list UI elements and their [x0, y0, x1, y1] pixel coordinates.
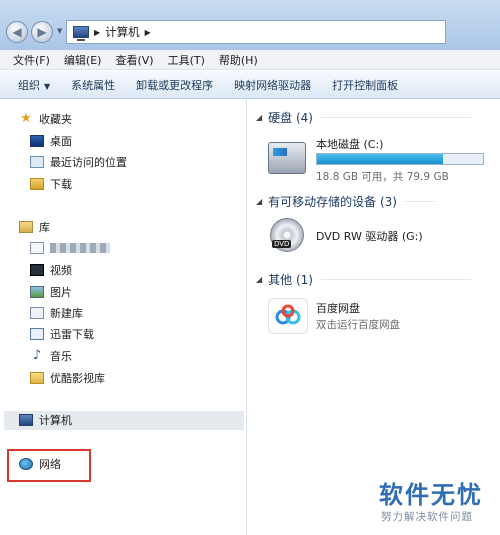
section-title: 硬盘 (4)	[268, 110, 313, 125]
nav-item-label: 最近访问的位置	[50, 156, 127, 169]
menu-help[interactable]: 帮助(H)	[212, 52, 265, 68]
thunder-download-icon	[30, 328, 44, 340]
menu-file[interactable]: 文件(F)	[6, 52, 57, 68]
map-network-drive-button[interactable]: 映射网络驱动器	[226, 77, 324, 93]
section-other[interactable]: ◢ 其他 (1)	[248, 270, 471, 288]
nav-favorites-label: 收藏夹	[39, 113, 72, 126]
baidu-netdisk-icon	[268, 298, 308, 334]
nav-item-youku-library[interactable]: 优酷影视库	[30, 368, 105, 388]
menu-edit[interactable]: 编辑(E)	[57, 52, 109, 68]
menu-view[interactable]: 查看(V)	[108, 52, 160, 68]
back-arrow-icon: ◀	[12, 25, 22, 39]
item-name: 百度网盘	[316, 302, 360, 315]
menu-bar: 文件(F) 编辑(E) 查看(V) 工具(T) 帮助(H)	[0, 50, 500, 70]
drive-free-space: 18.8 GB 可用，共 79.9 GB	[316, 171, 449, 183]
nav-item-label: 迅雷下载	[50, 328, 94, 341]
menu-tools[interactable]: 工具(T)	[161, 52, 212, 68]
document-icon	[30, 242, 44, 254]
new-library-icon	[30, 307, 44, 319]
blurred-label	[50, 243, 110, 253]
nav-item-downloads[interactable]: 下载	[30, 174, 72, 194]
capacity-bar	[316, 153, 484, 165]
system-properties-button[interactable]: 系统属性	[63, 77, 128, 93]
section-divider	[320, 278, 471, 280]
forward-arrow-icon: ▶	[37, 25, 47, 39]
video-icon	[30, 264, 44, 276]
section-divider	[320, 116, 471, 118]
forward-button[interactable]: ▶	[31, 21, 53, 43]
drive-name: 本地磁盘 (C:)	[316, 138, 384, 151]
hard-disk-icon	[268, 142, 306, 174]
nav-favorites[interactable]: ★ 收藏夹	[19, 109, 72, 129]
nav-item-label: 音乐	[50, 350, 72, 363]
organize-label: 组织	[18, 78, 40, 92]
watermark-title: 软件无忧	[379, 481, 483, 509]
nav-item-label: 新建库	[50, 307, 83, 320]
watermark: 软件无忧 努力解决软件问题	[367, 467, 500, 535]
chevron-down-icon: ▼	[44, 81, 51, 91]
nav-item-videos[interactable]: 视频	[30, 260, 72, 280]
section-removable[interactable]: ◢ 有可移动存储的设备 (3)	[248, 192, 435, 210]
nav-item-label: 桌面	[50, 135, 72, 148]
nav-item-desktop[interactable]: 桌面	[30, 131, 72, 151]
section-divider	[404, 200, 435, 202]
star-icon: ★	[20, 111, 32, 126]
nav-computer-label: 计算机	[39, 414, 72, 427]
nav-item-label: 下载	[50, 178, 72, 191]
dvd-badge-icon: DVD	[272, 240, 292, 248]
folder-icon	[30, 372, 44, 384]
capacity-fill	[317, 154, 444, 164]
nav-libraries[interactable]: 库	[19, 217, 50, 237]
command-bar: 组织 ▼ 系统属性 卸载或更改程序 映射网络驱动器 打开控制面板	[0, 71, 500, 99]
nav-item-blurred[interactable]	[30, 238, 110, 258]
section-title: 有可移动存储的设备 (3)	[268, 194, 397, 209]
nav-item-music[interactable]: ♪ 音乐	[30, 346, 72, 366]
nav-item-new-library[interactable]: 新建库	[30, 303, 83, 323]
nav-item-recent-places[interactable]: 最近访问的位置	[30, 152, 127, 172]
collapse-triangle-icon: ◢	[256, 112, 263, 122]
section-title: 其他 (1)	[268, 272, 313, 287]
item-description: 双击运行百度网盘	[316, 319, 400, 331]
uninstall-program-button[interactable]: 卸载或更改程序	[128, 77, 226, 93]
breadcrumb-computer[interactable]: 计算机	[105, 24, 140, 40]
drive-name: DVD RW 驱动器 (G:)	[316, 230, 423, 243]
recent-places-icon	[30, 156, 44, 168]
breadcrumb-arrow-icon[interactable]: ▶	[145, 28, 151, 37]
breadcrumb-arrow-icon[interactable]: ▶	[94, 28, 100, 37]
address-bar[interactable]: ▶ 计算机 ▶	[66, 20, 446, 44]
collapse-triangle-icon: ◢	[256, 274, 263, 284]
nav-item-thunder-downloads[interactable]: 迅雷下载	[30, 324, 94, 344]
cloud-icon	[275, 304, 301, 325]
network-highlight-box	[7, 449, 91, 482]
nav-libraries-label: 库	[39, 221, 50, 234]
collapse-triangle-icon: ◢	[256, 196, 263, 206]
downloads-folder-icon	[30, 178, 44, 190]
computer-icon	[73, 26, 89, 41]
picture-icon	[30, 286, 44, 298]
nav-item-label: 优酷影视库	[50, 372, 105, 385]
title-bar: ◀ ▶ ▼ ▶ 计算机 ▶	[0, 0, 500, 50]
organize-button[interactable]: 组织 ▼	[12, 77, 63, 93]
nav-computer[interactable]: 计算机	[19, 410, 72, 430]
watermark-subtitle: 努力解决软件问题	[381, 511, 473, 523]
desktop-icon	[30, 135, 44, 147]
history-dropdown-icon[interactable]: ▼	[57, 27, 62, 35]
nav-item-label: 视频	[50, 264, 72, 277]
computer-icon	[19, 414, 33, 426]
library-icon	[19, 221, 33, 233]
nav-item-label: 图片	[50, 286, 72, 299]
open-control-panel-button[interactable]: 打开控制面板	[324, 77, 411, 93]
music-note-icon: ♪	[32, 348, 42, 363]
nav-item-pictures[interactable]: 图片	[30, 282, 72, 302]
section-hard-disks[interactable]: ◢ 硬盘 (4)	[248, 108, 471, 126]
back-button[interactable]: ◀	[6, 21, 28, 43]
